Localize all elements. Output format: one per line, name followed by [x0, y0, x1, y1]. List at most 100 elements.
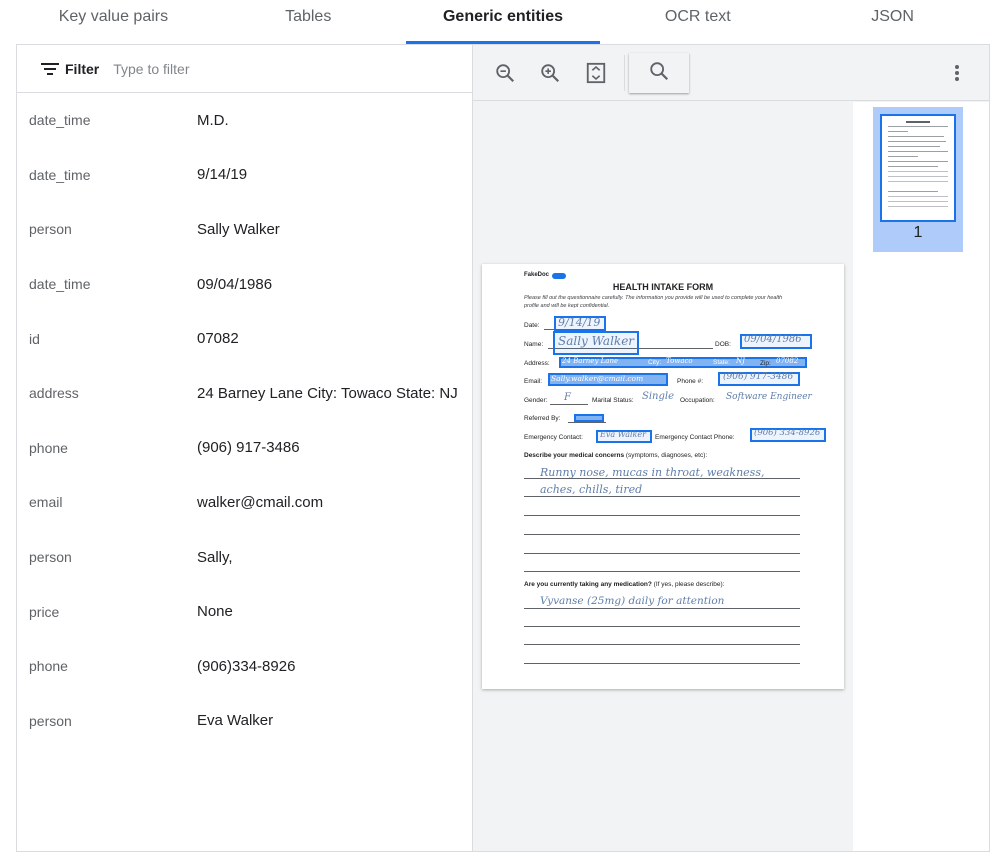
main-frame: Filter date_time M.D. date_time 9/14/19 pe… [16, 44, 990, 852]
entity-type: date_time [29, 166, 91, 183]
entity-type: phone [29, 439, 68, 456]
toolbar-divider [624, 55, 625, 91]
meds-heading-bold: Are you currently taking any medication? [524, 581, 652, 588]
doc-title: HEALTH INTAKE FORM [612, 282, 714, 292]
meds-heading-rest: (If yes, please describe): [651, 581, 725, 588]
entity-value: M.D. [197, 111, 229, 129]
hw-occupation: Software Engineer [726, 392, 812, 402]
entity-row[interactable]: phone (906)334-8926 [17, 639, 472, 694]
fit-page-icon[interactable] [582, 59, 610, 87]
entity-row[interactable]: email walker@cmail.com [17, 475, 472, 530]
underline [524, 553, 800, 554]
entities-panel: Filter date_time M.D. date_time 9/14/19 pe… [17, 45, 473, 851]
thumbnail-page-number: 1 [913, 224, 923, 241]
underline [524, 626, 800, 627]
doc-brand-badge [552, 273, 566, 279]
entity-value: 09/04/1986 [197, 275, 273, 293]
entity-value: (906)334-8926 [197, 657, 296, 675]
underline [524, 478, 800, 479]
entity-row[interactable]: person Sally, [17, 530, 472, 585]
entity-value: 9/14/19 [197, 166, 248, 184]
zoom-in-icon[interactable] [536, 59, 564, 87]
entity-row[interactable]: id 07082 [17, 311, 472, 366]
tab-tables[interactable]: Tables [211, 0, 406, 44]
entity-type: date_time [29, 276, 91, 293]
document-page: FakeDoc HEALTH INTAKE FORM Please fill o… [482, 264, 844, 689]
entity-type: phone [29, 658, 68, 675]
tab-json[interactable]: JSON [795, 0, 990, 44]
entity-list: date_time M.D. date_time 9/14/19 person Sal… [17, 93, 472, 748]
hw-emergency: Eva Walker [600, 430, 646, 439]
tab-key-value-pairs[interactable]: Key value pairs [16, 0, 211, 44]
more-vert-icon[interactable] [943, 59, 971, 87]
hw-gender: F [564, 392, 571, 403]
hw-email: Sally.walker@cmail.com [551, 374, 644, 383]
entity-row[interactable]: date_time M.D. [17, 93, 472, 148]
hw-address: 24 Barney Lane [562, 357, 619, 365]
concerns-heading: Describe your medical concerns (symptoms… [524, 452, 707, 459]
thumbnail-strip: 1 [853, 102, 989, 851]
entity-row[interactable]: date_time 9/14/19 [17, 148, 472, 203]
underline [550, 404, 588, 405]
entity-value: Sally, [197, 548, 233, 566]
filter-icon[interactable] [41, 62, 59, 76]
label-emergency: Emergency Contact: [524, 434, 583, 441]
label-dob: DOB: [715, 341, 731, 348]
entity-value: 07082 [197, 330, 239, 348]
label-email: Email: [524, 378, 543, 385]
entity-row[interactable]: person Sally Walker [17, 202, 472, 257]
search-icon [648, 60, 670, 87]
entity-value: (906) 917-3486 [197, 439, 300, 457]
entity-row[interactable]: person Eva Walker [17, 694, 472, 749]
label-occupation: Occupation: [680, 397, 715, 404]
hw-marital: Single [642, 391, 675, 402]
underline [524, 515, 800, 516]
entity-row[interactable]: address 24 Barney Lane City: Towaco State… [17, 366, 472, 421]
hw-name: Sally Walker [558, 334, 635, 348]
label-phone: Phone #: [677, 378, 704, 385]
concerns-heading-bold: Describe your medical concerns [524, 452, 625, 459]
label-marital: Marital Status: [592, 397, 634, 404]
label-state: State: [713, 359, 730, 366]
entity-type: person [29, 221, 72, 238]
doc-instructions: Please fill out the questionnaire carefu… [524, 295, 783, 309]
label-gender: Gender: [524, 397, 548, 404]
entity-type: price [29, 603, 60, 620]
tab-generic-entities[interactable]: Generic entities [405, 0, 601, 44]
concerns-heading-rest: (symptoms, diagnoses, etc): [624, 452, 708, 459]
label-emergency-phone: Emergency Contact Phone: [655, 434, 735, 441]
entity-value: Sally Walker [197, 220, 280, 238]
entity-row[interactable]: date_time 09/04/1986 [17, 257, 472, 312]
underline [524, 496, 800, 497]
hw-emergency-phone: (906) 334-8926 [754, 428, 821, 438]
meds-heading: Are you currently taking any medication?… [524, 581, 725, 588]
entity-type: address [29, 385, 79, 402]
hw-phone: (906) 917-3486 [723, 372, 794, 382]
underline [524, 608, 800, 609]
entity-type: email [29, 494, 63, 511]
entity-row[interactable]: price None [17, 584, 472, 639]
tab-ocr-text[interactable]: OCR text [600, 0, 795, 44]
label-name: Name: [524, 341, 544, 348]
hw-state: NJ [736, 357, 745, 365]
hw-city: Towaco [666, 357, 693, 365]
zoom-out-icon[interactable] [491, 59, 519, 87]
label-date: Date: [524, 322, 540, 329]
label-referred: Referred By: [524, 415, 561, 422]
hw-concerns-2: aches, chills, tired [540, 483, 643, 496]
page-thumbnail[interactable]: 1 [873, 107, 963, 252]
search-button[interactable] [629, 53, 689, 93]
entity-row[interactable]: phone (906) 917-3486 [17, 421, 472, 476]
underline [524, 534, 800, 535]
doc-brand: FakeDoc [524, 272, 550, 278]
document-viewer: FakeDoc HEALTH INTAKE FORM Please fill o… [473, 45, 989, 851]
label-address: Address: [524, 360, 550, 367]
label-city: City: [648, 359, 661, 366]
filter-input[interactable] [113, 60, 414, 77]
entity-box[interactable] [574, 414, 604, 422]
filter-bar: Filter [17, 45, 472, 93]
hw-zip: 07082 [776, 357, 799, 365]
label-zip: Zip: [760, 360, 771, 367]
viewer-toolbar [473, 45, 989, 101]
thumbnail-image [880, 114, 956, 222]
